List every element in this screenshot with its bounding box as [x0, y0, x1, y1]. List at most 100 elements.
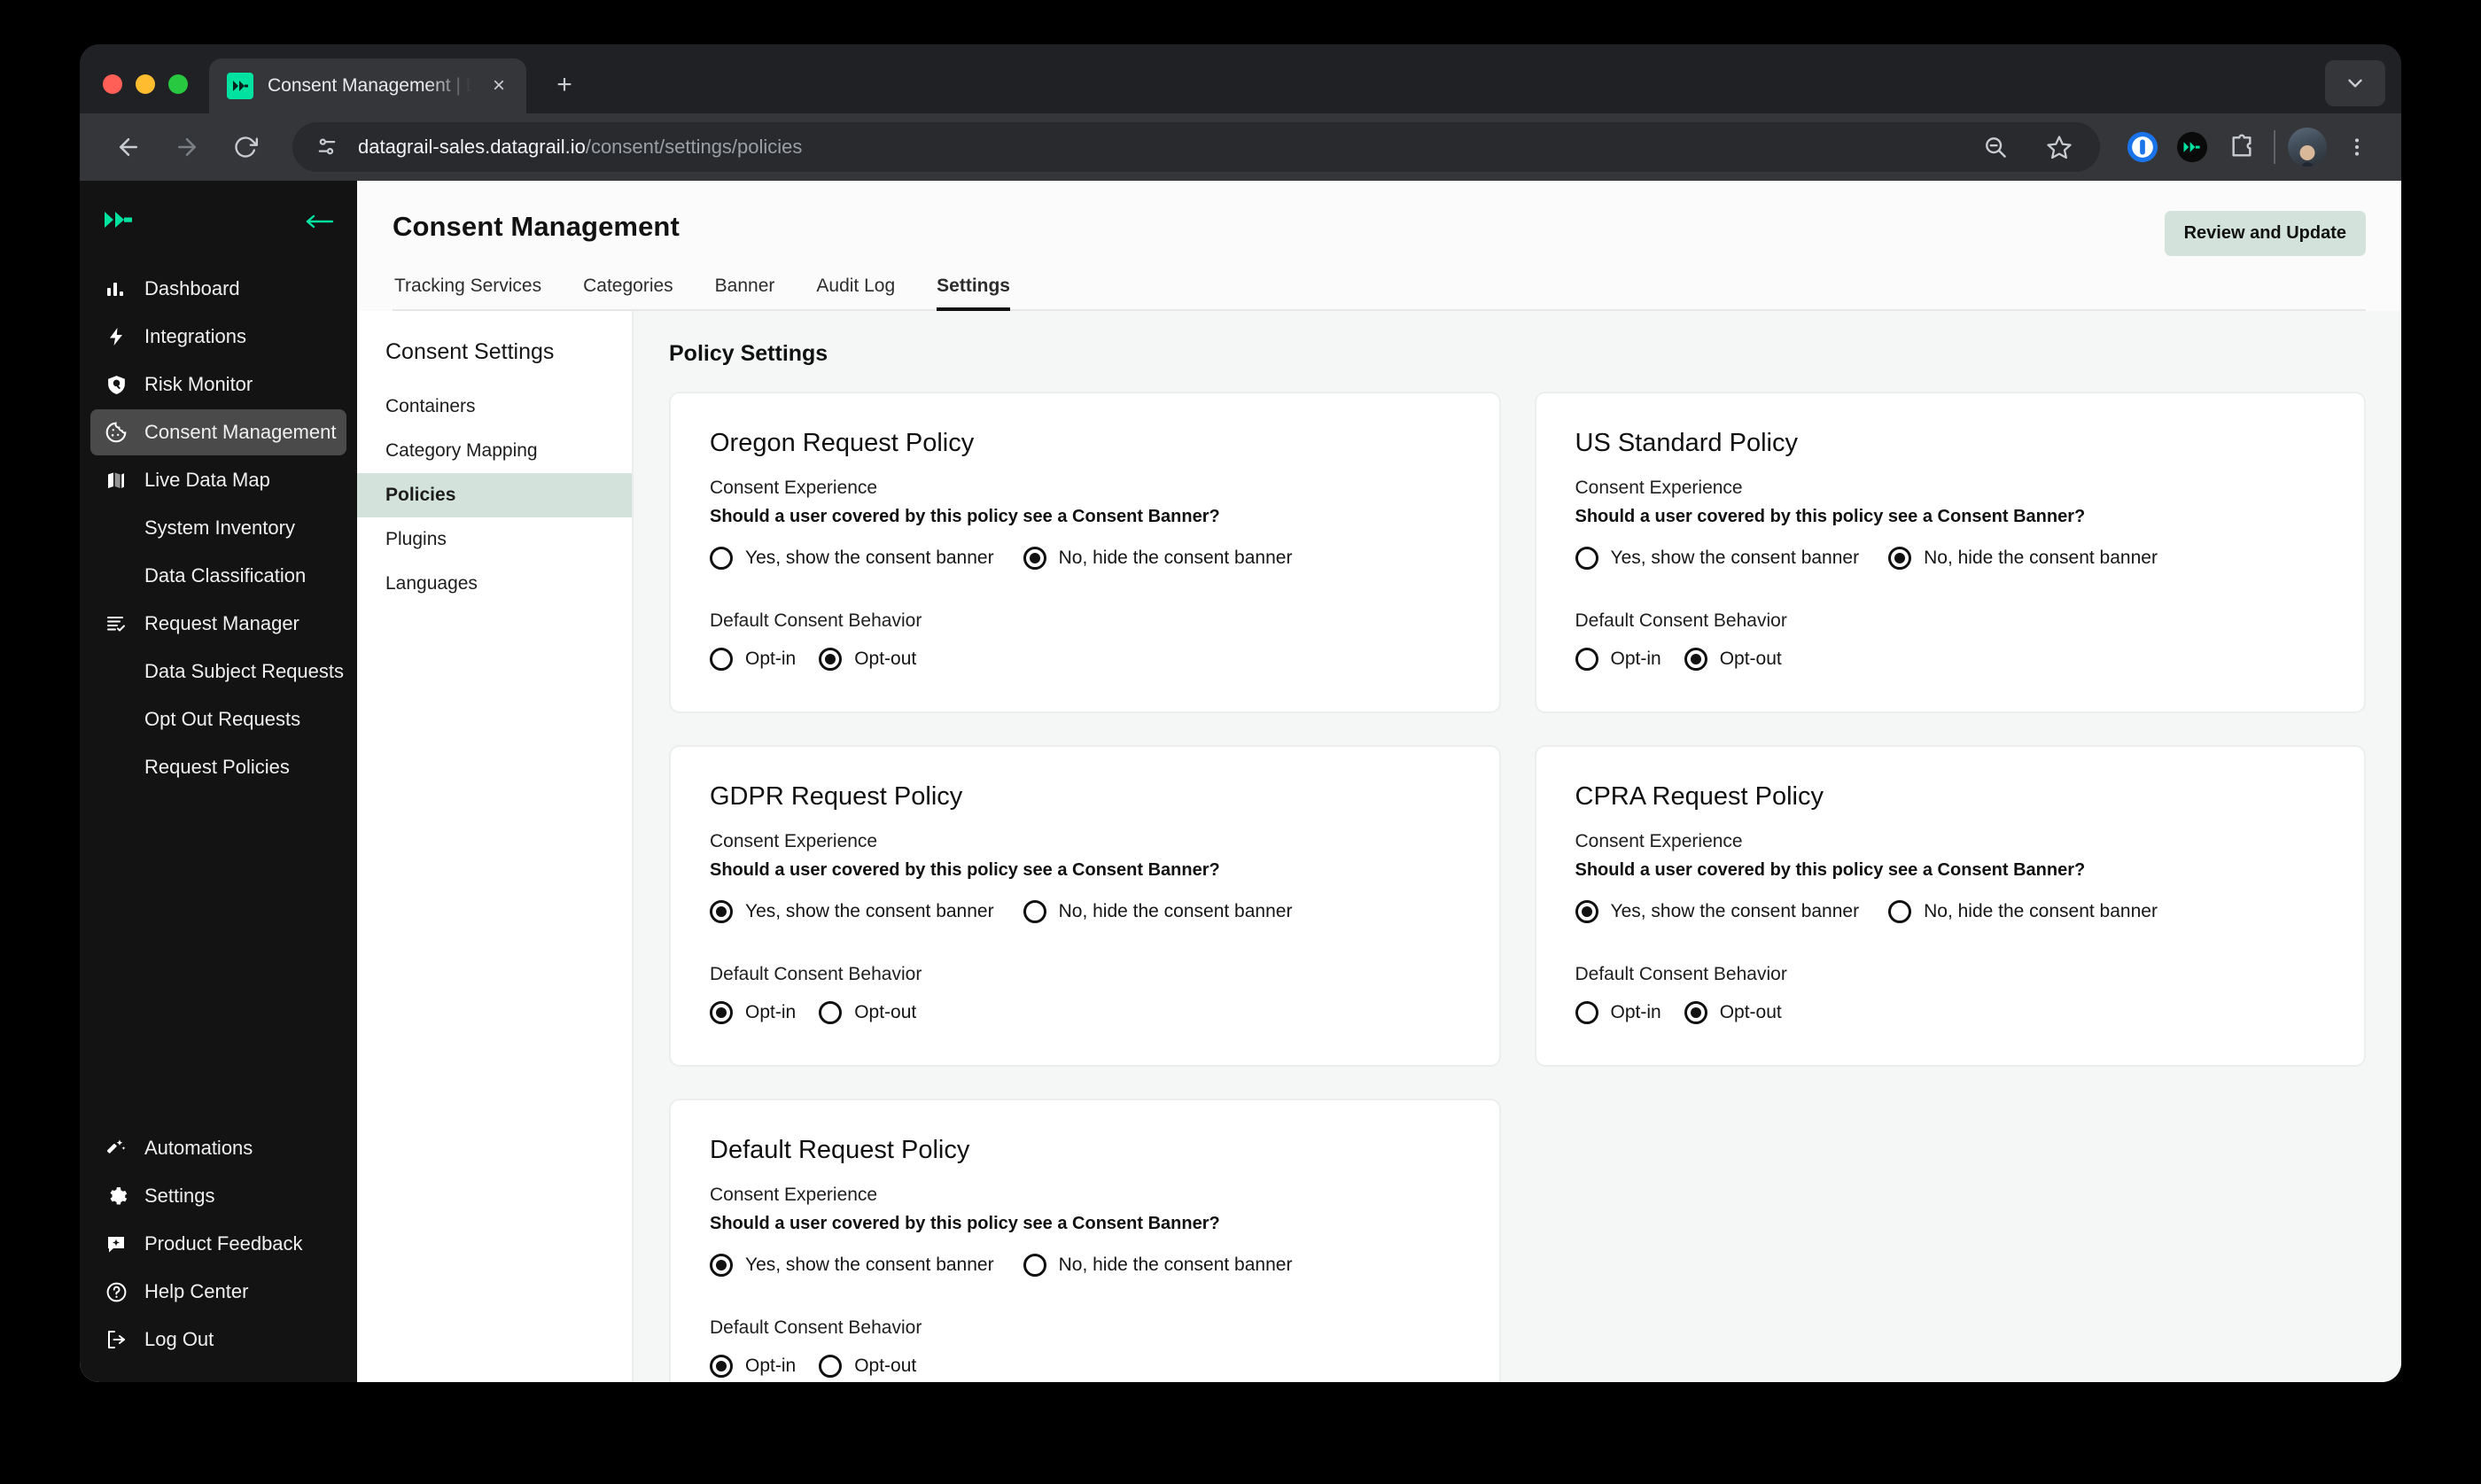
radio-option-show-banner[interactable]: Yes, show the consent banner: [710, 1254, 994, 1277]
tab-list-chevron-button[interactable]: [2325, 60, 2385, 106]
browser-menu-icon[interactable]: [2336, 126, 2378, 168]
radio-option-opt-in[interactable]: Opt-in: [710, 1355, 796, 1378]
collapse-arrow-icon[interactable]: [304, 213, 334, 230]
maximize-window-button[interactable]: [168, 74, 188, 94]
subnav-item-plugins[interactable]: Plugins: [357, 517, 632, 562]
bookmark-star-icon[interactable]: [2038, 126, 2080, 168]
back-arrow-icon[interactable]: [103, 121, 154, 173]
sidebar-item-label: Automations: [144, 1137, 253, 1159]
radio-button[interactable]: [710, 1355, 733, 1378]
sidebar-item-automations[interactable]: Automations: [90, 1125, 346, 1171]
radio-label: Yes, show the consent banner: [1610, 548, 1860, 568]
radio-option-hide-banner[interactable]: No, hide the consent banner: [1023, 547, 1292, 570]
tab-categories[interactable]: Categories: [583, 276, 673, 309]
radio-label: Opt-out: [854, 1002, 917, 1022]
default-behavior-radio-group: Opt-in Opt-out: [1575, 1001, 2326, 1024]
radio-button[interactable]: [819, 1001, 843, 1024]
close-tab-button[interactable]: ×: [486, 73, 512, 99]
subnav-item-containers[interactable]: Containers: [357, 385, 632, 429]
radio-option-opt-out[interactable]: Opt-out: [1684, 648, 1782, 671]
radio-button[interactable]: [710, 648, 733, 671]
sidebar-item-integrations[interactable]: Integrations: [90, 314, 346, 360]
sidebar-item-label: Data Subject Requests: [144, 660, 345, 682]
sidebar-item-live-data-map[interactable]: Live Data Map: [90, 457, 346, 503]
radio-option-show-banner[interactable]: Yes, show the consent banner: [1575, 900, 1859, 923]
policy-card: GDPR Request Policy Consent Experience Sho…: [669, 745, 1501, 1067]
onepassword-icon[interactable]: [2121, 126, 2164, 168]
radio-option-opt-in[interactable]: Opt-in: [1575, 648, 1661, 671]
sidebar-item-system-inventory[interactable]: System Inventory: [90, 505, 346, 551]
browser-tab[interactable]: Consent Management | DataG ×: [209, 58, 526, 113]
tab-settings[interactable]: Settings: [937, 276, 1010, 311]
radio-option-opt-out[interactable]: Opt-out: [819, 1001, 916, 1024]
reload-icon[interactable]: [220, 121, 271, 173]
radio-button[interactable]: [819, 1355, 843, 1378]
profile-avatar[interactable]: [2286, 126, 2329, 168]
radio-button[interactable]: [1684, 648, 1707, 671]
sidebar-item-help-center[interactable]: Help Center: [90, 1269, 346, 1315]
datagrail-extension-icon[interactable]: [2171, 126, 2213, 168]
radio-option-opt-out[interactable]: Opt-out: [819, 1355, 916, 1378]
tab-tracking-services[interactable]: Tracking Services: [394, 276, 541, 309]
sidebar-item-product-feedback[interactable]: Product Feedback: [90, 1221, 346, 1267]
radio-label: Opt-in: [745, 1002, 797, 1022]
radio-option-show-banner[interactable]: Yes, show the consent banner: [710, 900, 994, 923]
sidebar-item-opt-out-requests[interactable]: Opt Out Requests: [90, 696, 346, 742]
radio-button[interactable]: [710, 900, 733, 923]
radio-option-show-banner[interactable]: Yes, show the consent banner: [1575, 547, 1860, 570]
forward-arrow-icon[interactable]: [161, 121, 213, 173]
radio-button[interactable]: [1575, 547, 1598, 570]
sidebar-item-request-manager[interactable]: Request Manager: [90, 601, 346, 647]
radio-button[interactable]: [1684, 1001, 1707, 1024]
zoom-out-icon[interactable]: [1974, 126, 2017, 168]
radio-option-opt-out[interactable]: Opt-out: [819, 648, 916, 671]
site-settings-icon[interactable]: [312, 132, 342, 162]
radio-button[interactable]: [1575, 1001, 1598, 1024]
radio-button[interactable]: [1575, 900, 1598, 923]
tab-banner[interactable]: Banner: [715, 276, 775, 309]
sidebar-item-request-policies[interactable]: Request Policies: [90, 744, 346, 790]
review-and-update-button[interactable]: Review and Update: [2164, 211, 2366, 256]
radio-option-opt-in[interactable]: Opt-in: [710, 1001, 796, 1024]
radio-button[interactable]: [1888, 547, 1912, 570]
sidebar-item-consent-management[interactable]: Consent Management: [90, 409, 346, 455]
radio-button[interactable]: [1888, 900, 1912, 923]
sidebar-item-settings[interactable]: Settings: [90, 1173, 346, 1219]
extensions-puzzle-icon[interactable]: [2220, 126, 2263, 168]
radio-button[interactable]: [819, 648, 843, 671]
new-tab-button[interactable]: +: [544, 65, 585, 105]
radio-button[interactable]: [1023, 547, 1046, 570]
sidebar-item-dashboard[interactable]: Dashboard: [90, 266, 346, 312]
feedback-chat-icon: [103, 1231, 129, 1257]
radio-option-hide-banner[interactable]: No, hide the consent banner: [1023, 900, 1292, 923]
sidebar-item-risk-monitor[interactable]: Risk Monitor: [90, 361, 346, 408]
address-bar[interactable]: datagrail-sales.datagrail.io/consent/set…: [292, 122, 2100, 172]
radio-button[interactable]: [1575, 648, 1598, 671]
radio-option-hide-banner[interactable]: No, hide the consent banner: [1888, 547, 2158, 570]
sidebar-item-data-subject-requests[interactable]: Data Subject Requests: [90, 649, 346, 695]
radio-option-show-banner[interactable]: Yes, show the consent banner: [710, 547, 994, 570]
radio-option-hide-banner[interactable]: No, hide the consent banner: [1023, 1254, 1292, 1277]
radio-button[interactable]: [710, 1001, 733, 1024]
datagrail-logo[interactable]: [103, 209, 135, 235]
sidebar-item-log-out[interactable]: Log Out: [90, 1317, 346, 1363]
subnav-item-policies[interactable]: Policies: [357, 473, 632, 517]
radio-option-opt-out[interactable]: Opt-out: [1684, 1001, 1782, 1024]
tab-audit-log[interactable]: Audit Log: [816, 276, 895, 309]
policy-title: GDPR Request Policy: [710, 782, 963, 811]
radio-button[interactable]: [710, 1254, 733, 1277]
url-path: /consent/settings/policies: [585, 136, 803, 158]
consent-banner-question: Should a user covered by this policy see…: [710, 860, 1220, 880]
subnav-item-category-mapping[interactable]: Category Mapping: [357, 429, 632, 473]
minimize-window-button[interactable]: [136, 74, 155, 94]
radio-button[interactable]: [1023, 900, 1046, 923]
radio-option-opt-in[interactable]: Opt-in: [710, 648, 796, 671]
radio-button[interactable]: [710, 547, 733, 570]
radio-button[interactable]: [1023, 1254, 1046, 1277]
radio-option-hide-banner[interactable]: No, hide the consent banner: [1888, 900, 2158, 923]
radio-option-opt-in[interactable]: Opt-in: [1575, 1001, 1661, 1024]
sidebar-item-data-classification[interactable]: Data Classification: [90, 553, 346, 599]
sidebar-header: [80, 200, 357, 243]
subnav-item-languages[interactable]: Languages: [357, 562, 632, 606]
close-window-button[interactable]: [103, 74, 122, 94]
